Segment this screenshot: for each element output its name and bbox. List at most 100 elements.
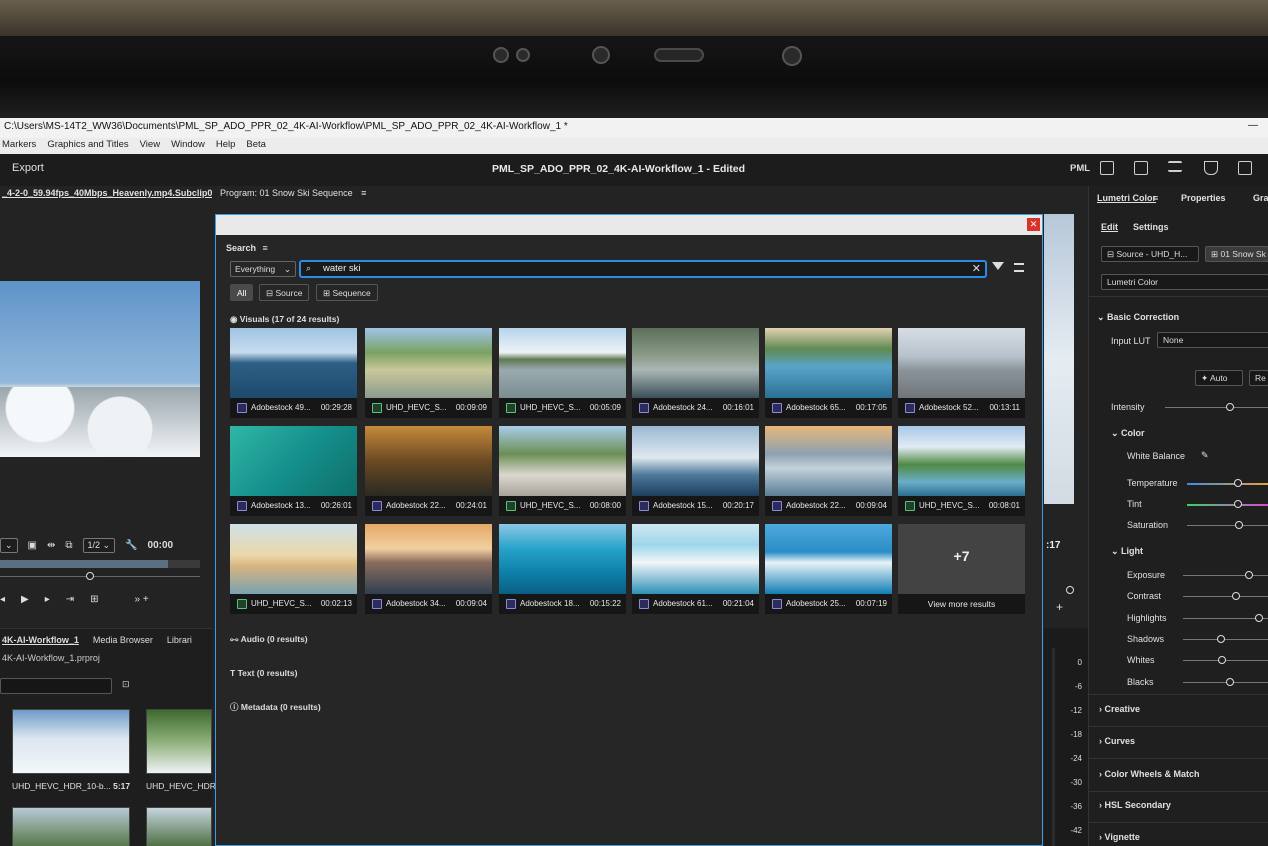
whites-slider[interactable] [1218, 656, 1226, 664]
search-result-tile[interactable]: Adobestock 34... 00:09:04 [365, 524, 492, 614]
project-search-input[interactable] [0, 678, 112, 694]
filter-chip-all[interactable]: All [230, 284, 254, 301]
share-icon[interactable] [1134, 161, 1148, 175]
filter-chip-sequence[interactable]: ⊞ Sequence [316, 284, 378, 301]
contrast-slider[interactable] [1232, 592, 1240, 600]
project-thumb-1[interactable] [12, 709, 130, 774]
metadata-section-header[interactable]: ⓘ Metadata (0 results) [230, 701, 321, 713]
creative-section[interactable]: › Creative [1099, 704, 1140, 714]
exposure-slider[interactable] [1245, 571, 1253, 579]
search-result-tile[interactable]: Adobestock 65... 00:17:05 [765, 328, 892, 418]
export-tab[interactable]: Export [12, 162, 44, 174]
intensity-slider[interactable] [1226, 403, 1234, 411]
clear-search-icon[interactable]: ✕ [972, 262, 981, 275]
menu-graphics-titles[interactable]: Graphics and Titles [47, 139, 128, 153]
project-thumb-3[interactable] [12, 807, 130, 846]
export-frame-icon[interactable]: ⧉ [65, 540, 72, 551]
menu-icon[interactable] [1168, 161, 1182, 172]
tab-lumetri-color[interactable]: Lumetri Color [1097, 193, 1156, 203]
search-result-tile[interactable]: UHD_HEVC_S... 00:09:09 [365, 328, 492, 418]
search-result-tile[interactable]: Adobestock 25... 00:07:19 [765, 524, 892, 614]
search-result-tile[interactable]: Adobestock 24... 00:16:01 [632, 328, 759, 418]
tab-properties[interactable]: Properties [1181, 193, 1226, 203]
flask-icon[interactable] [1204, 161, 1218, 175]
search-result-tile[interactable]: Adobestock 61... 00:21:04 [632, 524, 759, 614]
search-result-tile[interactable]: Adobestock 22... 00:24:01 [365, 426, 492, 516]
tab-settings[interactable]: Settings [1133, 222, 1169, 232]
sequence-clip-button[interactable]: ⊞ 01 Snow Sk [1205, 246, 1268, 262]
search-result-tile[interactable]: UHD_HEVC_S... 00:08:00 [499, 426, 626, 516]
text-section-header[interactable]: T Text (0 results) [230, 668, 297, 678]
minimize-icon[interactable]: — [1248, 120, 1258, 131]
source-scrubber[interactable] [0, 560, 200, 568]
search-result-tile[interactable]: UHD_HEVC_S... 00:05:09 [499, 328, 626, 418]
visuals-section-header[interactable]: ◉ Visuals (17 of 24 results) [230, 314, 339, 325]
tab-graphics[interactable]: Grap [1253, 193, 1268, 203]
program-menu-icon[interactable]: ≡ [361, 188, 366, 198]
resolution-dropdown[interactable]: 1/2 ⌄ [82, 538, 116, 553]
search-result-tile[interactable]: Adobestock 13... 00:26:01 [230, 426, 357, 516]
panel-layout-icon[interactable] [1100, 161, 1114, 175]
project-thumb-4[interactable] [146, 807, 212, 846]
color-wheels-section[interactable]: › Color Wheels & Match [1099, 769, 1200, 779]
source-clip-button[interactable]: ⊟ Source - UHD_H... [1101, 246, 1199, 262]
source-clip-tab[interactable]: _4-2-0_59.94fps_40Mbps_Heavenly.mp4.Subc… [2, 188, 212, 198]
search-result-tile[interactable]: Adobestock 49... 00:29:28 [230, 328, 357, 418]
tab-edit[interactable]: Edit [1101, 222, 1118, 232]
highlights-slider[interactable] [1255, 614, 1263, 622]
search-result-tile[interactable]: UHD_HEVC_S... 00:02:13 [230, 524, 357, 614]
project-thumb-2[interactable] [146, 709, 212, 774]
menu-window[interactable]: Window [171, 139, 205, 153]
settings-icon[interactable]: ▣ [28, 540, 37, 551]
menu-view[interactable]: View [140, 139, 160, 153]
filter-icon[interactable] [992, 262, 1004, 270]
curves-section[interactable]: › Curves [1099, 736, 1135, 746]
shadows-slider[interactable] [1217, 635, 1225, 643]
tab-project[interactable]: 4K-AI-Workflow_1 [2, 635, 79, 645]
tab-media-browser[interactable]: Media Browser [93, 635, 153, 645]
program-add-icon[interactable]: + [1056, 600, 1063, 614]
insert-icon[interactable]: ⇹ [47, 540, 55, 551]
auto-button[interactable]: ✦ Auto [1195, 370, 1243, 386]
search-result-tile[interactable]: Adobestock 22... 00:09:04 [765, 426, 892, 516]
more-controls-icon[interactable]: » + [135, 594, 149, 605]
close-icon[interactable]: ✕ [1027, 218, 1040, 231]
search-scope-dropdown[interactable]: Everything ⌄ [230, 261, 296, 277]
lumetri-menu-icon[interactable]: ≡ [1153, 193, 1158, 203]
play-icon[interactable]: ▶ [21, 594, 29, 605]
reset-button[interactable]: Re [1249, 370, 1268, 386]
bin-icon[interactable]: ⊡ [122, 679, 130, 690]
step-forward-icon[interactable]: ▸ [45, 594, 50, 605]
menu-beta[interactable]: Beta [246, 139, 266, 153]
eyedropper-icon[interactable]: ✎ [1201, 450, 1209, 461]
comment-icon[interactable] [1238, 161, 1252, 175]
saturation-slider[interactable] [1235, 521, 1243, 529]
hsl-secondary-section[interactable]: › HSL Secondary [1099, 800, 1171, 810]
tint-slider[interactable] [1234, 500, 1242, 508]
menu-help[interactable]: Help [216, 139, 236, 153]
basic-correction-header[interactable]: ⌄ Basic Correction [1097, 312, 1179, 323]
search-result-tile[interactable]: Adobestock 15... 00:20:17 [632, 426, 759, 516]
search-result-tile[interactable]: UHD_HEVC_S... 00:08:01 [898, 426, 1025, 516]
effect-dropdown[interactable]: Lumetri Color [1101, 274, 1268, 290]
overwrite-icon[interactable]: ⊞ [90, 594, 98, 605]
wrench-icon[interactable]: 🔧 [125, 540, 137, 551]
input-lut-dropdown[interactable]: None [1157, 332, 1268, 348]
blacks-slider[interactable] [1226, 678, 1234, 686]
search-result-tile[interactable]: Adobestock 18... 00:15:22 [499, 524, 626, 614]
color-header[interactable]: ⌄ Color [1111, 428, 1145, 439]
view-more-results-tile[interactable]: +7 View more results [898, 524, 1025, 614]
search-input[interactable]: ⌕ water ski ✕ [299, 260, 987, 278]
audio-section-header[interactable]: ⧟ Audio (0 results) [230, 634, 308, 645]
light-header[interactable]: ⌄ Light [1111, 546, 1143, 557]
menu-markers[interactable]: Markers [2, 139, 36, 153]
temperature-slider[interactable] [1234, 479, 1242, 487]
step-back-icon[interactable]: ◂ [0, 594, 5, 605]
filter-chip-source[interactable]: ⊟ Source [259, 284, 310, 301]
source-playhead[interactable] [86, 572, 94, 580]
tab-libraries[interactable]: Librari [167, 635, 192, 645]
vignette-section[interactable]: › Vignette [1099, 832, 1140, 842]
sort-icon[interactable] [1014, 263, 1024, 272]
search-result-tile[interactable]: Adobestock 52... 00:13:11 [898, 328, 1025, 418]
go-to-out-icon[interactable]: ⇥ [66, 594, 74, 605]
